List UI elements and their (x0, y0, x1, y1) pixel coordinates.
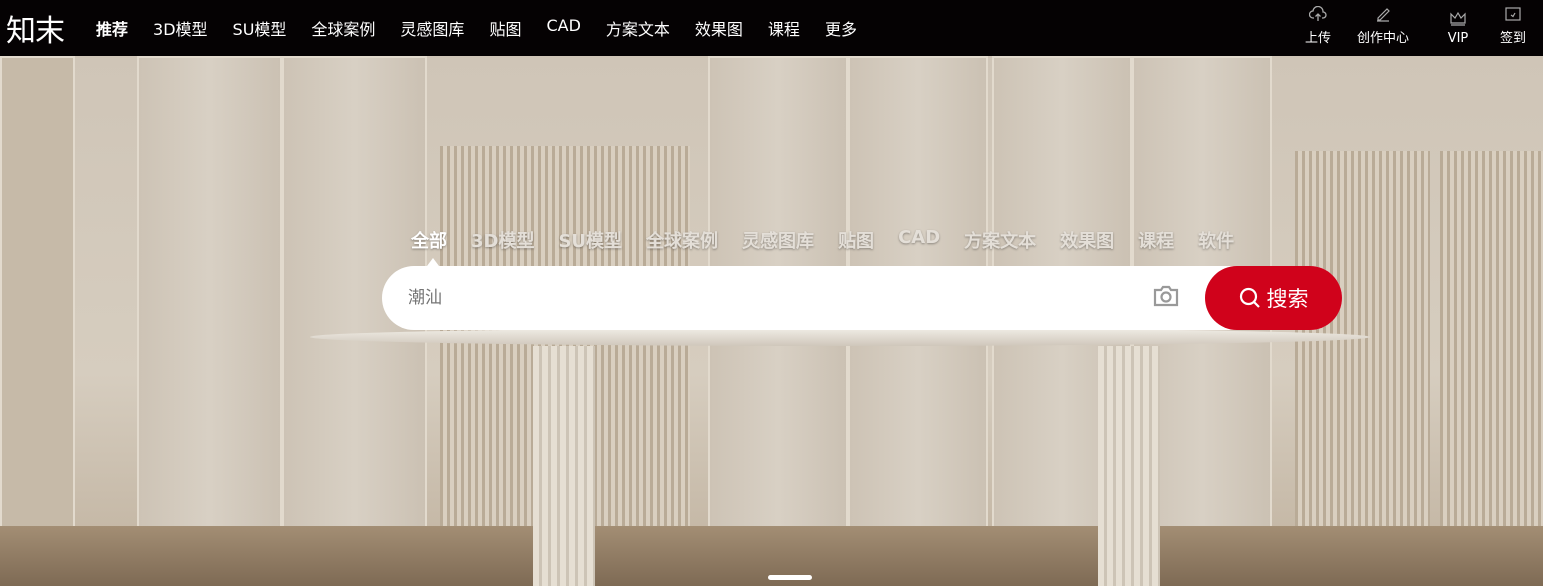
upload-label: 上传 (1304, 31, 1331, 46)
upload-button[interactable]: 上传 (1298, 0, 1338, 46)
nav-proposals[interactable]: 方案文本 (606, 16, 670, 40)
nav-cad[interactable]: CAD (546, 16, 580, 40)
nav-textures[interactable]: 贴图 (489, 16, 521, 40)
active-tab-indicator (427, 258, 439, 266)
nav-su-models[interactable]: SU模型 (233, 16, 287, 40)
glass-cabinet (1440, 151, 1543, 526)
nav-3d-models[interactable]: 3D模型 (153, 16, 208, 40)
tab-su-models[interactable]: SU模型 (558, 227, 622, 253)
search-icon (1239, 287, 1260, 308)
search-button[interactable]: 搜索 (1205, 266, 1342, 330)
nav-renderings[interactable]: 效果图 (695, 16, 743, 40)
search-category-tabs: 全部 3D模型 SU模型 全球案例 灵感图库 贴图 CAD 方案文本 效果图 课… (411, 227, 1258, 253)
search-bar: 搜索 (382, 266, 1342, 330)
search-input[interactable] (408, 288, 1148, 308)
creator-center-label: 创作中心 (1356, 31, 1409, 46)
tab-courses[interactable]: 课程 (1138, 227, 1174, 253)
table (310, 328, 1370, 346)
creator-center-button[interactable]: 创作中心 (1353, 0, 1413, 46)
nav-global-cases[interactable]: 全球案例 (311, 16, 375, 40)
checkin-button[interactable]: 签到 (1498, 0, 1528, 46)
tab-inspiration[interactable]: 灵感图库 (742, 227, 814, 253)
nav-more[interactable]: 更多 (825, 16, 857, 40)
cloud-upload-icon (1309, 6, 1327, 21)
main-nav: 推荐 3D模型 SU模型 全球案例 灵感图库 贴图 CAD 方案文本 效果图 课… (96, 16, 882, 40)
nav-courses[interactable]: 课程 (768, 16, 800, 40)
cabinet (0, 56, 75, 531)
carousel-indicator[interactable] (768, 575, 812, 580)
vip-button[interactable]: VIP (1443, 0, 1473, 46)
checkin-label: 签到 (1499, 31, 1526, 46)
vip-label: VIP (1447, 31, 1469, 46)
tab-cad[interactable]: CAD (898, 227, 940, 253)
table-leg (1098, 346, 1160, 586)
camera-icon[interactable] (1152, 284, 1180, 308)
logo[interactable]: 知末 (6, 6, 86, 50)
crown-icon (1450, 11, 1466, 26)
tab-textures[interactable]: 贴图 (838, 227, 874, 253)
tab-renderings[interactable]: 效果图 (1060, 227, 1114, 253)
tab-proposals[interactable]: 方案文本 (964, 227, 1036, 253)
top-nav: 知末 推荐 3D模型 SU模型 全球案例 灵感图库 贴图 CAD 方案文本 效果… (0, 0, 1543, 56)
cabinet (137, 56, 282, 531)
calendar-check-icon (1505, 7, 1521, 21)
tab-software[interactable]: 软件 (1198, 227, 1234, 253)
nav-inspiration[interactable]: 灵感图库 (400, 16, 464, 40)
tab-global-cases[interactable]: 全球案例 (646, 227, 718, 253)
tab-3d-models[interactable]: 3D模型 (471, 227, 534, 253)
pen-icon (1377, 8, 1390, 22)
hero-banner[interactable]: 全部 3D模型 SU模型 全球案例 灵感图库 贴图 CAD 方案文本 效果图 课… (0, 56, 1543, 586)
search-button-label: 搜索 (1266, 287, 1309, 311)
tab-all[interactable]: 全部 (411, 227, 447, 253)
nav-recommend[interactable]: 推荐 (96, 16, 128, 40)
table-leg (533, 346, 595, 586)
